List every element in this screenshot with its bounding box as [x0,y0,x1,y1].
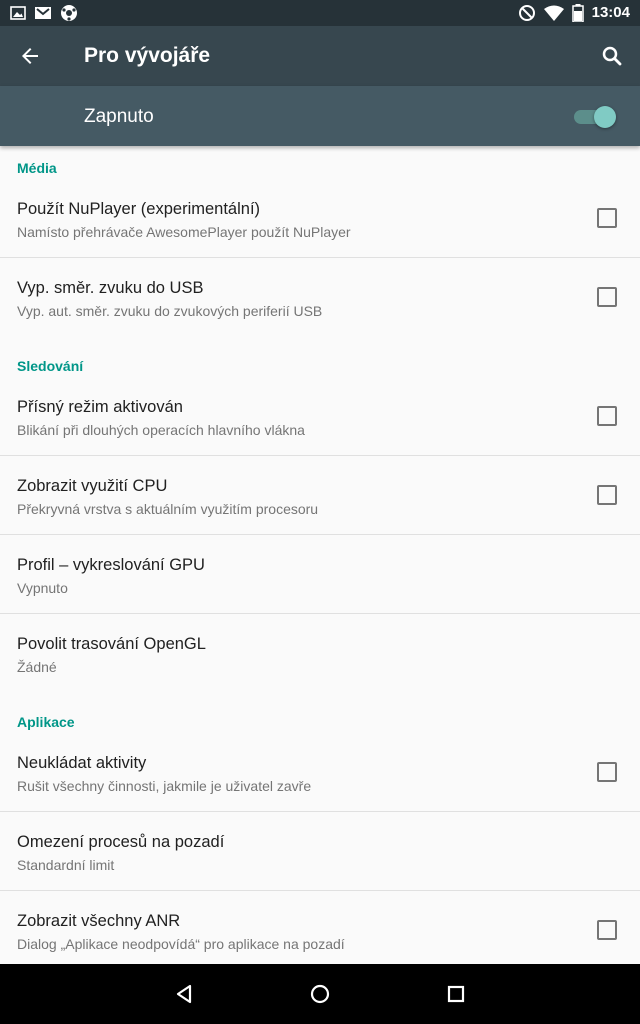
status-bar: 13:04 [0,0,640,26]
list-item[interactable]: Použít NuPlayer (experimentální) Namísto… [0,200,640,279]
item-summary: Vypnuto [17,580,68,596]
switch-label: Zapnuto [84,106,154,127]
toggle-thumb [594,106,616,128]
item-summary: Překryvná vrstva s aktuálním využitím pr… [17,501,319,517]
list-item[interactable]: Neukládat aktivity Rušit všechny činnost… [0,754,640,833]
list-item[interactable]: Vyp. směr. zvuku do USB Vyp. aut. směr. … [0,279,640,358]
search-icon[interactable] [598,42,626,70]
category-header-media: Média [17,160,57,176]
list-item[interactable]: Přísný režim aktivován Blikání při dlouh… [0,398,640,477]
image-icon [10,5,26,21]
checkbox[interactable] [597,406,617,426]
item-title: Neukládat aktivity [17,754,147,772]
list-item[interactable]: Profil – vykreslování GPU Vypnuto [0,556,640,635]
list-item[interactable]: Zobrazit všechny ANR Dialog „Aplikace ne… [0,912,640,964]
checkbox[interactable] [597,920,617,940]
gmail-icon [34,5,52,21]
divider [0,257,640,258]
item-summary: Žádné [17,659,57,675]
developer-options-toggle[interactable] [572,106,616,128]
arrow-back-icon[interactable] [16,42,44,70]
checkbox[interactable] [597,762,617,782]
wifi-icon [543,5,564,21]
checkbox[interactable] [597,287,617,307]
item-title: Profil – vykreslování GPU [17,556,205,574]
status-time: 13:04 [591,4,630,21]
do-not-disturb-icon [518,4,536,22]
item-summary: Vyp. aut. směr. zvuku do zvukových perif… [17,303,323,319]
divider [0,455,640,456]
system-icons: 13:04 [518,3,630,23]
navigation-bar [0,964,640,1024]
item-title: Použít NuPlayer (experimentální) [17,200,261,218]
page-title: Pro vývojáře [84,44,211,67]
app-bar: Pro vývojáře [0,26,640,86]
soccer-ball-icon [60,4,78,22]
recents-square-icon[interactable] [442,980,470,1008]
preferences-list: Média Použít NuPlayer (experimentální) N… [0,146,640,964]
item-title: Vyp. směr. zvuku do USB [17,279,204,297]
back-triangle-icon[interactable] [170,980,198,1008]
divider [0,811,640,812]
item-summary: Dialog „Aplikace neodpovídá“ pro aplikac… [17,936,345,952]
category-header-apps: Aplikace [17,714,75,730]
item-title: Zobrazit využití CPU [17,477,168,495]
item-title: Povolit trasování OpenGL [17,635,206,653]
battery-icon [571,4,584,22]
list-item[interactable]: Zobrazit využití CPU Překryvná vrstva s … [0,477,640,556]
checkbox[interactable] [597,485,617,505]
item-title: Zobrazit všechny ANR [17,912,181,930]
list-item[interactable]: Omezení procesů na pozadí Standardní lim… [0,833,640,912]
home-circle-icon[interactable] [306,980,334,1008]
item-summary: Rušit všechny činnosti, jakmile je uživa… [17,778,312,794]
divider [0,890,640,891]
item-title: Omezení procesů na pozadí [17,833,225,851]
item-summary: Namísto přehrávače AwesomePlayer použít … [17,224,351,240]
checkbox[interactable] [597,208,617,228]
item-summary: Blikání při dlouhých operacích hlavního … [17,422,305,438]
notification-icons [10,4,78,22]
item-summary: Standardní limit [17,857,115,873]
divider [0,613,640,614]
list-item[interactable]: Povolit trasování OpenGL Žádné [0,635,640,714]
master-switch-bar[interactable]: Zapnuto [0,86,640,146]
item-title: Přísný režim aktivován [17,398,183,416]
divider [0,534,640,535]
category-header-monitoring: Sledování [17,358,84,374]
